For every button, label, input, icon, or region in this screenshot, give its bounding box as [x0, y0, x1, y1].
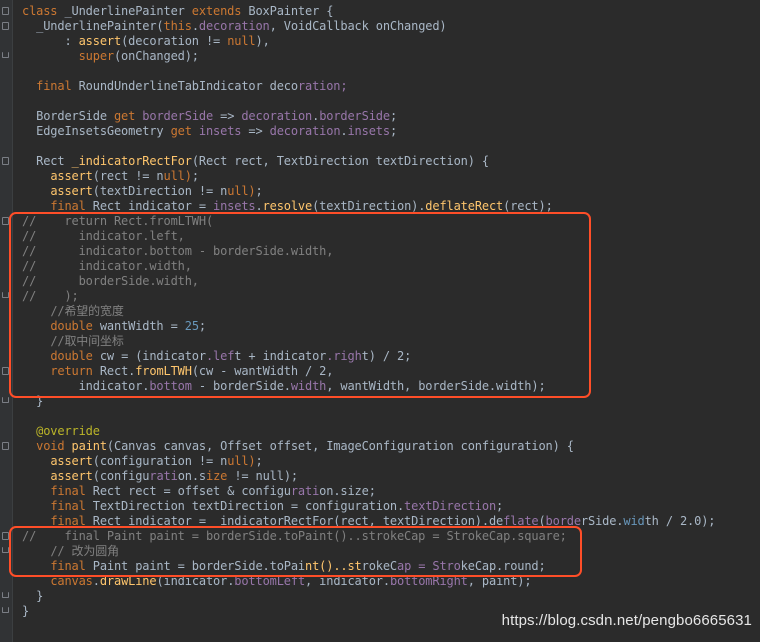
- code-line: //希望的宽度: [50, 304, 124, 318]
- code-line: final Rect indicator = _indicatorRectFor…: [50, 514, 716, 528]
- fold-toggle-icon[interactable]: [2, 7, 9, 15]
- code-editor[interactable]: class _UnderlinePainter extends BoxPaint…: [0, 0, 760, 642]
- watermark-url: https://blog.csdn.net/pengbo6665631: [501, 612, 752, 629]
- fold-toggle-icon[interactable]: [2, 367, 9, 375]
- code-line: EdgeInsetsGeometry get insets => decorat…: [22, 124, 398, 138]
- code-line: final Rect rect = offset & configuration…: [50, 484, 376, 498]
- fold-end-icon: [2, 547, 9, 553]
- code-line: // 改为圆角: [50, 544, 119, 558]
- code-line: double wantWidth = 25;: [50, 319, 206, 333]
- code-line: // borderSide.width,: [22, 274, 199, 288]
- code-line: // indicator.width,: [22, 259, 192, 273]
- code-line: // indicator.left,: [22, 229, 185, 243]
- code-line: }: [22, 394, 44, 408]
- code-line: @override: [36, 424, 100, 438]
- fold-toggle-icon[interactable]: [2, 157, 9, 165]
- fold-toggle-icon[interactable]: [2, 532, 9, 540]
- code-line: }: [22, 589, 44, 603]
- fold-end-icon: [2, 592, 9, 598]
- code-line: assert(textDirection != null);: [50, 184, 263, 198]
- code-line: Rect _indicatorRectFor(Rect rect, TextDi…: [22, 154, 489, 168]
- code-line: final TextDirection textDirection = conf…: [50, 499, 504, 513]
- fold-end-icon: [2, 292, 9, 298]
- code-line: return Rect.fromLTWH(cw - wantWidth / 2,: [50, 364, 334, 378]
- editor-gutter: [0, 0, 13, 642]
- code-line: void paint(Canvas canvas, Offset offset,…: [36, 439, 574, 453]
- code-line: assert(configuration != null);: [50, 454, 263, 468]
- code-line: final Rect indicator = insets.resolve(te…: [50, 199, 553, 213]
- code-line: canvas.drawLine(indicator.bottomLeft, in…: [50, 574, 532, 588]
- code-line: BorderSide get borderSide => decoration.…: [22, 109, 398, 123]
- code-line: // final Paint paint = borderSide.toPain…: [22, 529, 567, 543]
- code-line: super(onChanged);: [78, 49, 199, 63]
- code-line: }: [22, 604, 30, 618]
- code-line: //取中间坐标: [50, 334, 124, 348]
- fold-toggle-icon[interactable]: [2, 217, 9, 225]
- fold-end-icon: [2, 397, 9, 403]
- code-line: double cw = (indicator.left + indicator.…: [50, 349, 412, 363]
- fold-toggle-icon[interactable]: [2, 442, 9, 450]
- code-line: class _UnderlinePainter extends BoxPaint…: [22, 4, 334, 18]
- code-line: final Paint paint = borderSide.toPaint()…: [50, 559, 546, 573]
- code-line: : assert(decoration != null),: [22, 34, 270, 48]
- code-line: // indicator.bottom - borderSide.width,: [22, 244, 334, 258]
- fold-end-icon: [2, 607, 9, 613]
- code-line: assert(configuration.size != null);: [50, 469, 298, 483]
- code-line: final RoundUnderlineTabIndicator decorat…: [36, 79, 348, 93]
- code-line: // );: [22, 289, 79, 303]
- fold-toggle-icon[interactable]: [2, 22, 9, 30]
- code-line: indicator.bottom - borderSide.width, wan…: [22, 379, 546, 393]
- fold-end-icon: [2, 52, 9, 58]
- code-line: _UnderlinePainter(this.decoration, VoidC…: [22, 19, 447, 33]
- code-line: assert(rect != null);: [50, 169, 199, 183]
- code-line: // return Rect.fromLTWH(: [22, 214, 214, 228]
